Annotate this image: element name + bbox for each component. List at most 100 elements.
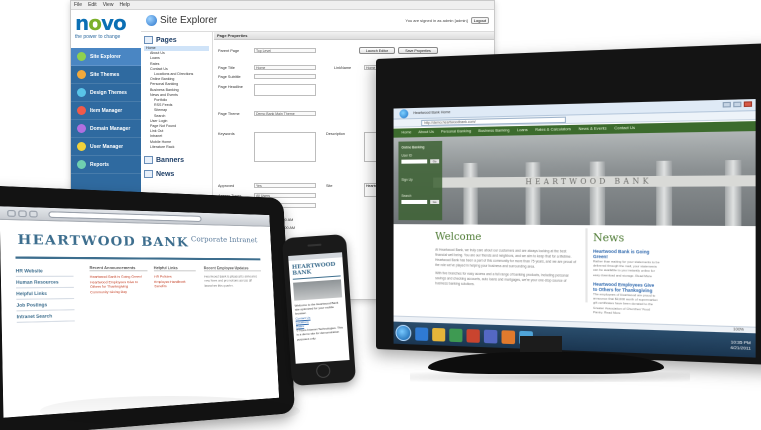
- menu-file[interactable]: File: [74, 1, 82, 9]
- page-subtitle-label: Page Subtitle: [218, 75, 241, 79]
- cms-topbar: Site Explorer You are signed in as admin…: [141, 10, 494, 32]
- pages-heading: Pages: [144, 36, 209, 44]
- home-button[interactable]: [315, 363, 331, 379]
- left-nav-item[interactable]: Intranet Search: [16, 310, 75, 323]
- firefox-taskbar-icon[interactable]: [501, 329, 516, 344]
- phone-footer-text: © Novo Internet Technologies. This is a …: [296, 325, 344, 342]
- minimize-icon[interactable]: [722, 101, 731, 108]
- launch-editor-button[interactable]: Launch Editor: [359, 47, 395, 54]
- banners-heading[interactable]: Banners: [144, 156, 209, 165]
- menu-edit[interactable]: Edit: [88, 1, 97, 9]
- tablet-bank-logo: HEARTWOOD BANK: [17, 231, 190, 250]
- helpful-links-heading: Helpful Links: [153, 265, 196, 272]
- monitor-stand-base: [428, 352, 664, 374]
- media-taskbar-icon[interactable]: [449, 327, 463, 342]
- nav-home[interactable]: Home: [401, 128, 411, 137]
- login-go-button[interactable]: Go: [430, 159, 440, 164]
- welcome-heading: Welcome: [435, 231, 482, 244]
- signed-in-text: You are signed in as admin [admin]: [405, 18, 468, 23]
- news-heading[interactable]: News: [144, 170, 209, 179]
- left-nav-item[interactable]: HR Website: [15, 265, 74, 277]
- page-headline-field[interactable]: [254, 84, 316, 96]
- tree-item[interactable]: Literature Rack: [144, 145, 209, 150]
- login-box: Online Banking User ID Go Sign Up Search…: [398, 140, 443, 221]
- sidebar-item-label: Reports: [90, 161, 109, 168]
- keywords-field[interactable]: [254, 132, 316, 162]
- news-desc: Rather than waiting for your statements …: [593, 259, 660, 278]
- page-theme-label: Page Theme: [218, 112, 240, 116]
- save-properties-button[interactable]: Save Properties: [398, 47, 438, 54]
- nav-contact[interactable]: Contact Us: [614, 124, 635, 134]
- tablet-browser-bar: [0, 206, 270, 227]
- back-icon[interactable]: [7, 209, 16, 217]
- announcement-link[interactable]: Heartwood Bank is Going Green!: [90, 274, 148, 279]
- sidebar-item-domain-manager[interactable]: Domain Manager: [71, 120, 141, 138]
- tablet-address-bar[interactable]: [48, 211, 202, 223]
- parent-page-field[interactable]: Top Level: [254, 48, 316, 53]
- pillar: [463, 162, 478, 225]
- search-input[interactable]: [401, 199, 428, 204]
- sidebar-item-design-themes[interactable]: Design Themes: [71, 84, 141, 102]
- phone-status-bar: [288, 252, 343, 262]
- logout-button[interactable]: Logout: [470, 17, 489, 24]
- close-icon[interactable]: [743, 101, 753, 108]
- ie-taskbar-icon[interactable]: [415, 326, 429, 341]
- browser-tab-title[interactable]: Heartwood Bank Home: [413, 110, 450, 115]
- hero-bank-name: HEARTWOOD BANK: [525, 177, 652, 187]
- approved-select[interactable]: Yes: [254, 183, 316, 188]
- news-item[interactable]: Heartwood Employees Give to Others for T…: [593, 281, 660, 316]
- novo-logo-area: novo the power to change: [71, 10, 141, 48]
- user-id-label: User ID: [401, 153, 413, 158]
- user-id-input[interactable]: [401, 159, 428, 164]
- signup-link[interactable]: Sign Up: [401, 178, 412, 182]
- reports-icon: [77, 160, 86, 169]
- hero-image: HEARTWOOD BANK Online Banking User ID Go…: [393, 131, 756, 227]
- approved-label: Approved: [218, 184, 235, 188]
- office-taskbar-icon[interactable]: [466, 328, 480, 343]
- nav-news[interactable]: News & Events: [579, 124, 607, 134]
- news-item[interactable]: Heartwood Bank is Going Green! Rather th…: [593, 249, 660, 279]
- sidebar-item-user-manager[interactable]: User Manager: [71, 138, 141, 156]
- sidebar-item-label: Domain Manager: [90, 125, 131, 132]
- item-manager-icon: [77, 106, 86, 115]
- updates-heading: Recent Employee Updates: [203, 266, 261, 272]
- menu-view[interactable]: View: [103, 1, 114, 9]
- reload-icon[interactable]: [29, 210, 38, 218]
- sidebar-item-item-manager[interactable]: Item Manager: [71, 102, 141, 120]
- search-go-button[interactable]: Go: [430, 199, 440, 204]
- announcement-link[interactable]: Community Giving Day: [90, 289, 148, 295]
- app-taskbar-icon[interactable]: [483, 329, 498, 344]
- start-button-icon[interactable]: [395, 324, 412, 342]
- nav-loans[interactable]: Loans: [517, 126, 528, 136]
- sidebar-item-site-explorer[interactable]: Site Explorer: [71, 48, 141, 66]
- left-nav-item[interactable]: Human Resources: [15, 276, 74, 289]
- page-title: Site Explorer: [160, 15, 218, 26]
- tablet-left-nav: HR Website Human Resources Helpful Links…: [15, 265, 75, 323]
- news-icon: [144, 170, 153, 179]
- sidebar-item-label: Item Manager: [90, 107, 123, 114]
- welcome-paragraph: With five branches for easy access and a…: [435, 271, 569, 287]
- page-subtitle-field[interactable]: [254, 74, 316, 79]
- page-title-field[interactable]: Home: [254, 65, 316, 70]
- site-themes-icon: [77, 70, 86, 79]
- monitor: Heartwood Bank Home http://demo.heartwoo…: [376, 42, 761, 366]
- news-heading: News: [593, 232, 625, 245]
- maximize-icon[interactable]: [733, 101, 742, 108]
- announcements-column: Recent Announcements Heartwood Bank is G…: [89, 265, 148, 295]
- announcement-link[interactable]: Heartwood Employees Give to Others for T…: [90, 279, 148, 289]
- nav-about[interactable]: About Us: [418, 128, 434, 137]
- description-label: Description: [326, 132, 345, 136]
- taskbar-clock[interactable]: 10:35 PM 4/21/2011: [730, 339, 751, 351]
- left-nav-item[interactable]: Helpful Links: [16, 287, 75, 300]
- sidebar-item-site-themes[interactable]: Site Themes: [71, 66, 141, 84]
- forward-icon[interactable]: [18, 210, 27, 218]
- phone-hero-image: [293, 279, 343, 301]
- helpful-link[interactable]: Benefits: [154, 284, 196, 289]
- tablet-screen: HEARTWOOD BANK Corporate Intranet HR Web…: [0, 206, 280, 418]
- folder-taskbar-icon[interactable]: [432, 327, 446, 342]
- novo-tagline: the power to change: [75, 34, 121, 40]
- menu-help[interactable]: Help: [119, 1, 129, 9]
- zoom-level[interactable]: 100%: [733, 327, 744, 332]
- sidebar-item-reports[interactable]: Reports: [71, 156, 141, 174]
- page-theme-select[interactable]: Demo Bank Main Theme: [254, 111, 316, 116]
